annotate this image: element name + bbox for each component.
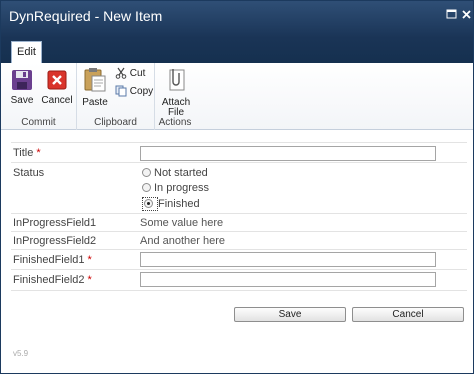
attach-file-icon xyxy=(169,69,185,91)
radio-in-progress[interactable] xyxy=(142,183,151,192)
required-marker: * xyxy=(36,147,41,159)
in-progress-field-1-value: Some value here xyxy=(140,217,224,229)
status-option-in-progress[interactable]: In progress xyxy=(142,182,209,194)
ribbon-attach-file-button[interactable]: Attach File xyxy=(159,67,193,118)
ribbon-group-commit: Save Cancel Commit xyxy=(1,63,77,130)
finished-field-2-cell xyxy=(137,270,467,290)
in-progress-field-2-value: And another here xyxy=(140,235,226,247)
save-icon xyxy=(12,70,32,90)
form-row-title: Title * xyxy=(11,142,467,163)
tab-edit[interactable]: Edit xyxy=(11,41,42,63)
form-row-finished-2: FinishedField2 * xyxy=(11,270,467,291)
dialog-window: DynRequired - New Item Edit Save Cancel … xyxy=(0,0,474,374)
title-value-cell xyxy=(137,143,467,162)
cancel-icon xyxy=(47,70,67,90)
in-progress-field-2-cell: And another here xyxy=(137,232,467,249)
ribbon-group-clipboard-label: Clipboard xyxy=(94,117,137,128)
ribbon-save-label: Save xyxy=(10,95,34,106)
ribbon-paste-label: Paste xyxy=(82,97,108,108)
finished-field-1-input[interactable] xyxy=(140,252,436,267)
status-label: Status xyxy=(13,167,45,179)
copy-icon xyxy=(115,85,127,97)
ribbon-group-actions-label: Actions xyxy=(158,117,192,128)
form-row-in-progress-1: InProgressField1 Some value here xyxy=(11,214,467,232)
status-value-cell: Not started In progress Finished xyxy=(137,163,467,213)
paste-icon xyxy=(84,68,106,92)
title-label: Title * xyxy=(13,147,41,159)
form-row-finished-1: FinishedField1 * xyxy=(11,250,467,270)
form-row-in-progress-2: InProgressField2 And another here xyxy=(11,232,467,250)
cut-icon xyxy=(115,68,127,80)
title-input[interactable] xyxy=(140,146,436,161)
required-marker: * xyxy=(87,274,92,286)
ribbon-copy-button[interactable]: Copy xyxy=(115,85,153,99)
ribbon-group-commit-label: Commit xyxy=(21,117,56,128)
maximize-icon[interactable] xyxy=(445,9,457,21)
ribbon-group-actions: Attach File Actions xyxy=(155,63,195,130)
ribbon-paste-button[interactable]: Paste xyxy=(81,67,109,108)
finished-field-1-cell xyxy=(137,250,467,269)
status-option-not-started[interactable]: Not started xyxy=(142,167,208,179)
finished-field-2-label: FinishedField2 * xyxy=(13,274,92,286)
ribbon-save-button[interactable]: Save xyxy=(7,69,37,106)
save-button[interactable]: Save xyxy=(234,307,346,322)
ribbon-cut-label: Cut xyxy=(129,68,146,79)
in-progress-field-2-label: InProgressField2 xyxy=(13,235,97,247)
in-progress-field-1-cell: Some value here xyxy=(137,214,467,231)
ribbon: Save Cancel Commit Paste Cut Copy Clipbo… xyxy=(1,63,473,130)
ribbon-cancel-label: Cancel xyxy=(41,95,73,106)
cancel-button[interactable]: Cancel xyxy=(352,307,464,322)
form-row-status: Status Not started In progress Finished xyxy=(11,163,467,214)
ribbon-copy-label: Copy xyxy=(129,86,154,97)
finished-field-2-input[interactable] xyxy=(140,272,436,287)
title-bar: DynRequired - New Item Edit xyxy=(1,1,473,63)
status-option-finished[interactable]: Finished xyxy=(142,197,200,211)
ribbon-cancel-button[interactable]: Cancel xyxy=(41,69,73,106)
finished-field-1-label: FinishedField1 * xyxy=(13,254,92,266)
radio-finished[interactable] xyxy=(144,199,153,208)
close-icon[interactable] xyxy=(460,9,472,21)
version-label: v5.9 xyxy=(13,349,29,358)
ribbon-group-clipboard: Paste Cut Copy Clipboard xyxy=(77,63,155,130)
radio-not-started[interactable] xyxy=(142,168,151,177)
required-marker: * xyxy=(87,254,92,266)
window-title: DynRequired - New Item xyxy=(9,8,163,24)
ribbon-cut-button[interactable]: Cut xyxy=(115,67,145,81)
in-progress-field-1-label: InProgressField1 xyxy=(13,217,97,229)
